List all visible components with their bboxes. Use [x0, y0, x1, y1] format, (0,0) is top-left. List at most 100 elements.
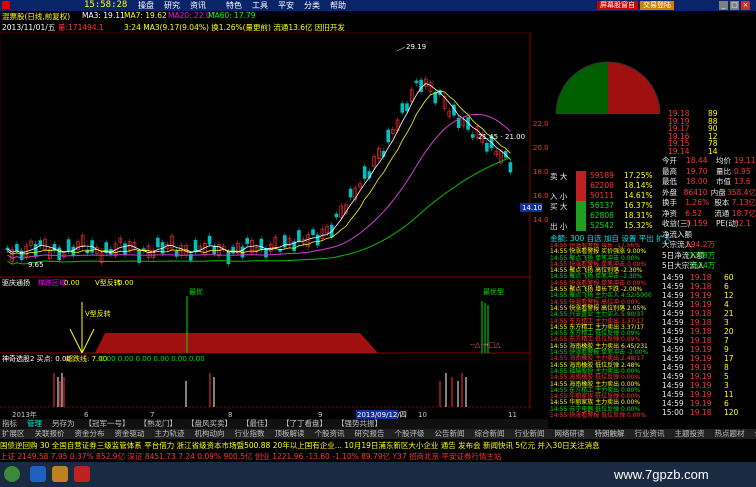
tick-row: 14:59 19.18 7	[662, 336, 756, 345]
tick-time: 14:59	[662, 354, 684, 363]
signal-list[interactable]: 14:55 快涨看警报 增长 -17.56% 14:55 快涨看警报 买价强涨 9…	[550, 243, 662, 419]
tab-item[interactable]: 公告新闻	[433, 429, 467, 439]
tick-time: 15:00	[662, 408, 684, 417]
tab-item[interactable]: 【强势共振】	[335, 419, 384, 429]
start-icon[interactable]	[4, 466, 20, 482]
stat-value: 19.70	[686, 166, 708, 176]
last-price-label: 14.10	[522, 204, 542, 212]
tab-item[interactable]: 【了丁看盘】	[280, 419, 329, 429]
screen-widget-button[interactable]: 屏幕股窗自	[597, 1, 638, 10]
order-bar	[576, 181, 586, 191]
stat-row: 最高 19.70 量比 0.95	[662, 167, 756, 178]
pane3-title: 神奇选股2 买点: 0.00	[2, 354, 71, 363]
tab-item[interactable]: 公告	[753, 429, 756, 439]
stat-row: 收益(三) 0.159 PE(动) 32.1	[662, 219, 756, 230]
order-label	[550, 211, 572, 221]
menu-item[interactable]: 工具	[252, 0, 268, 11]
kline-chart-panel[interactable]: 混票股(日线,前复权) 2013/11/01/五 MA3: 19.11 MA7:…	[0, 11, 548, 419]
tick-vol: 4	[724, 300, 729, 309]
axis-tick: 14.00	[533, 216, 548, 224]
stat-key: 股本	[714, 198, 730, 207]
tab-item[interactable]: 指标	[0, 419, 19, 429]
pane2-val: 0.00	[64, 279, 80, 287]
minimize-icon[interactable]: _	[719, 1, 728, 10]
order-pct: 18.14%	[624, 181, 653, 190]
stat-value: 0.95	[734, 166, 751, 176]
tab-item[interactable]: 特朗触解	[593, 429, 627, 439]
bid-ask-book: 19.18 89 19.19 88 19.17 90 19.16 12 19.15 78 19.14…	[668, 110, 754, 156]
tab-item[interactable]: 个股资讯	[313, 429, 347, 439]
menu-item[interactable]: 帮助	[330, 0, 346, 11]
stat-key	[716, 230, 734, 241]
tick-price: 19.18	[690, 282, 712, 291]
stat-value: 86410	[683, 187, 708, 197]
tick-row: 14:59 19.19 9	[662, 345, 756, 354]
tab-item[interactable]: 网络研读	[553, 429, 587, 439]
stat-row: 今开 18.44 均价 19.11	[662, 156, 756, 167]
tab-item[interactable]: 扩展区	[0, 429, 27, 439]
tab-item[interactable]: 资金分布	[73, 429, 107, 439]
trade-login-button[interactable]: 交易登陆	[640, 1, 674, 10]
tab-item[interactable]: 【熟龙门】	[138, 419, 180, 429]
tab-item[interactable]: 机构动向	[193, 429, 227, 439]
tab-item[interactable]: 行业资讯	[633, 429, 667, 439]
app-icon[interactable]	[74, 466, 90, 482]
menu-item[interactable]: 研究	[164, 0, 180, 11]
kline-svg: 29.19 9.65 21.45 - 21.00 14.10 22.00 20.…	[0, 32, 548, 419]
news-ticker[interactable]: 国债逆回购 30 全国自营证券三级监管体系 平台借力 浙江省级资本市场暨500.…	[0, 440, 756, 452]
close-icon[interactable]: ×	[741, 1, 750, 10]
menu-item[interactable]: 操盘	[138, 0, 154, 11]
stat-value: 6.52	[685, 208, 702, 218]
tick-row: 14:59 19.18 21	[662, 309, 756, 318]
stat-value: 1.26%	[685, 198, 710, 207]
tick-vol: 6	[724, 399, 729, 408]
tick-vol: 120	[724, 408, 739, 417]
order-bar	[576, 191, 586, 201]
ie-icon[interactable]	[30, 466, 46, 482]
order-row: 62808 18.31%	[550, 211, 666, 221]
tab-item[interactable]: 【盘风买卖】	[185, 419, 234, 429]
menu-item[interactable]: 分类	[304, 0, 320, 11]
tab-item[interactable]: 【最佳】	[240, 419, 274, 429]
tab-item[interactable]: 行业新闻	[513, 429, 547, 439]
menu-item[interactable]: 特色	[226, 0, 242, 11]
pane2-note: --△·→□△	[470, 341, 501, 349]
order-bar	[576, 171, 586, 181]
indicator-tabs: 指标 管理 另存为 【冠军一号】 【熟龙门】 【盘风买卖】 【最佳】 【了丁看盘】 【强势共振】	[0, 419, 548, 429]
clock: 15:58:28	[84, 0, 128, 10]
tab-item[interactable]: 另存为	[50, 419, 77, 429]
stat-key	[716, 251, 734, 262]
tick-list[interactable]: 14:59 19.18 60 14:59 19.18 6 14:59 19.19 12 14:59…	[662, 273, 756, 419]
quote-stats: 今开 18.44 均价 19.11 最高 19.70 量比 0.95 最低 18.00 市值 13.6…	[662, 156, 756, 272]
high-label: 29.19	[406, 43, 426, 51]
low-label: 9.65	[28, 261, 44, 269]
stat-value: 594.2万	[686, 240, 715, 249]
tab-item[interactable]: 关联报价	[33, 429, 67, 439]
tab-item[interactable]: 【冠军一号】	[83, 419, 132, 429]
tab-item[interactable]: 主力轨迹	[153, 429, 187, 439]
tick-price: 19.18	[690, 408, 712, 417]
maximize-icon[interactable]: □	[730, 1, 739, 10]
stat-key: 内盘	[710, 187, 726, 197]
signal-item[interactable]: 14:55 快涨看警报 低位反弹 0.00%	[550, 412, 662, 419]
tab-item[interactable]: 研究报告	[353, 429, 387, 439]
stat-value: 32.1	[734, 219, 751, 228]
tab-item[interactable]: 热点题材	[713, 429, 747, 439]
axis-tick: 22.00	[533, 120, 548, 128]
folder-icon[interactable]	[52, 466, 68, 482]
tab-item[interactable]: 行业指数	[233, 429, 267, 439]
tab-item[interactable]: 管理	[25, 419, 44, 429]
right-panel: 卖 大 59189 17.25% 62208 18.14% 入 小 50111 14.61% 买…	[548, 11, 756, 419]
tab-item[interactable]: 顶板解读	[273, 429, 307, 439]
tab-item[interactable]: 综合新闻	[473, 429, 507, 439]
stat-value: -1208万	[686, 250, 716, 260]
menu-item[interactable]: 平安	[278, 0, 294, 11]
tab-item[interactable]: 主题投资	[673, 429, 707, 439]
tab-item[interactable]: 个股评级	[393, 429, 427, 439]
tab-item[interactable]: 资金驱动	[113, 429, 147, 439]
stat-key: 今开	[662, 156, 677, 165]
stat-value: -1524万	[686, 261, 716, 270]
order-pct: 15.32%	[624, 221, 653, 230]
x-tick: 7	[150, 411, 154, 419]
menu-item[interactable]: 资讯	[190, 0, 206, 11]
